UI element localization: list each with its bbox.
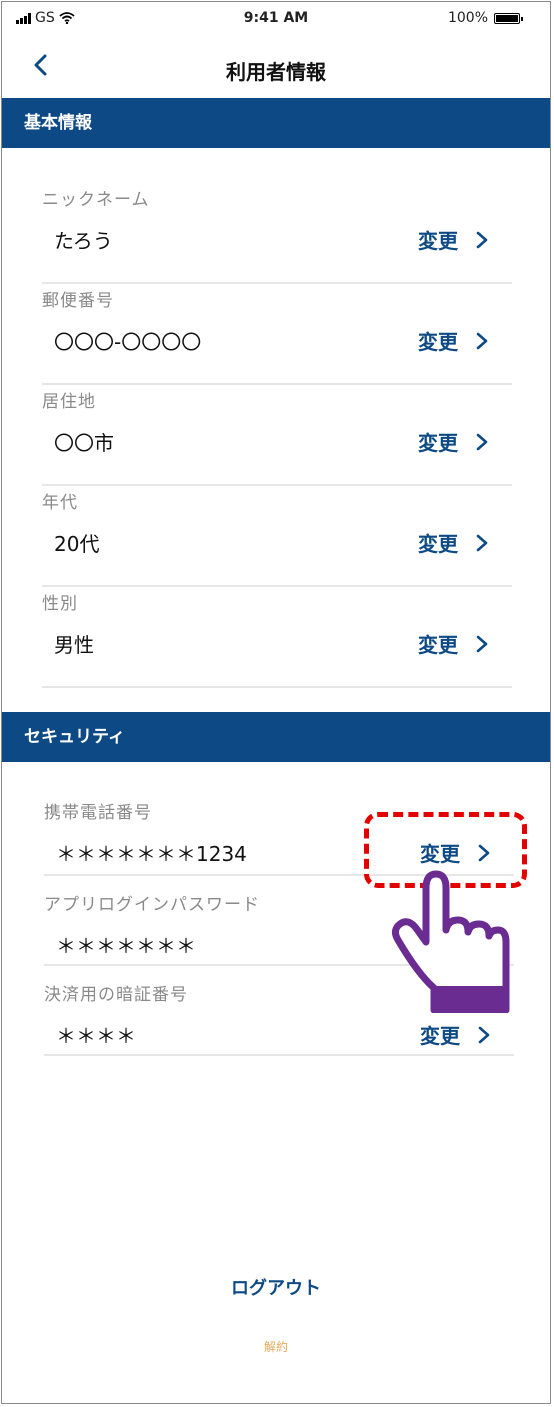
row-label: アプリログインパスワード (44, 895, 260, 915)
row-residence: 居住地 〇〇市 変更 (42, 385, 512, 486)
row-postal-code: 郵便番号 〇〇〇-〇〇〇〇 変更 (42, 284, 512, 385)
cancel-membership-link[interactable]: 解約 (2, 1338, 550, 1355)
chevron-right-icon (476, 635, 488, 652)
status-bar: GS 9:41 AM 100% (2, 2, 550, 38)
change-payment-pin-button[interactable]: 変更 (420, 1020, 490, 1049)
page-title: 利用者情報 (226, 60, 326, 84)
row-nickname: ニックネーム たろう 変更 (42, 183, 512, 284)
row-value: ＊＊＊＊＊＊＊1234 (56, 842, 247, 866)
change-label: 変更 (418, 330, 458, 354)
status-right: 100% (447, 10, 523, 26)
change-postal-code-button[interactable]: 変更 (418, 326, 488, 355)
row-label: 年代 (42, 493, 78, 513)
battery-percent: 100% (447, 10, 488, 26)
change-gender-button[interactable]: 変更 (418, 629, 488, 658)
change-label: 変更 (418, 229, 458, 253)
phone-screen: GS 9:41 AM 100% 利用者情報 基本情報 ニックネーム たろう 変更 (1, 1, 551, 1404)
chevron-right-icon (476, 231, 488, 248)
battery-icon (494, 12, 523, 24)
row-value: 〇〇市 (54, 431, 114, 455)
row-value: ＊＊＊＊＊＊＊ (56, 934, 196, 958)
change-label: 変更 (418, 532, 458, 556)
section-header-security: セキュリティ (2, 712, 550, 762)
row-label: 郵便番号 (42, 291, 114, 311)
change-label: 変更 (418, 431, 458, 455)
row-label: 携帯電話番号 (44, 803, 152, 823)
nav-bar: 利用者情報 (2, 38, 550, 94)
chevron-right-icon (478, 1026, 490, 1043)
row-label: 決済用の暗証番号 (44, 985, 188, 1005)
chevron-right-icon (476, 433, 488, 450)
change-residence-button[interactable]: 変更 (418, 427, 488, 456)
row-value: たろう (54, 229, 113, 253)
change-age-group-button[interactable]: 変更 (418, 528, 488, 557)
row-age-group: 年代 20代 変更 (42, 486, 512, 587)
row-value: 〇〇〇-〇〇〇〇 (54, 330, 202, 354)
chevron-right-icon (476, 332, 488, 349)
row-label: ニックネーム (42, 190, 150, 210)
row-gender: 性別 男性 変更 (42, 587, 512, 688)
row-label: 性別 (42, 594, 78, 614)
pointing-hand-icon (391, 870, 510, 1013)
chevron-right-icon (476, 534, 488, 551)
change-label: 変更 (418, 633, 458, 657)
section-header-basic: 基本情報 (2, 98, 550, 148)
row-label: 居住地 (42, 392, 96, 412)
row-value: ＊＊＊＊ (56, 1024, 136, 1048)
row-value: 男性 (54, 633, 94, 657)
logout-link[interactable]: ログアウト (2, 1274, 550, 1300)
row-value: 20代 (54, 532, 100, 556)
change-nickname-button[interactable]: 変更 (418, 225, 488, 254)
change-label: 変更 (420, 1024, 460, 1048)
